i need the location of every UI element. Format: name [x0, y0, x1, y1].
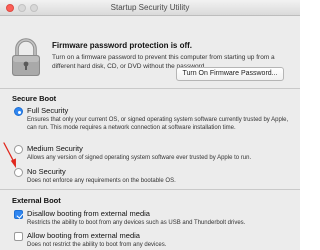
red-arrow-annotation-icon — [3, 142, 16, 168]
startup-security-utility-window: Startup Security Utility Firmware passwo… — [0, 0, 300, 250]
